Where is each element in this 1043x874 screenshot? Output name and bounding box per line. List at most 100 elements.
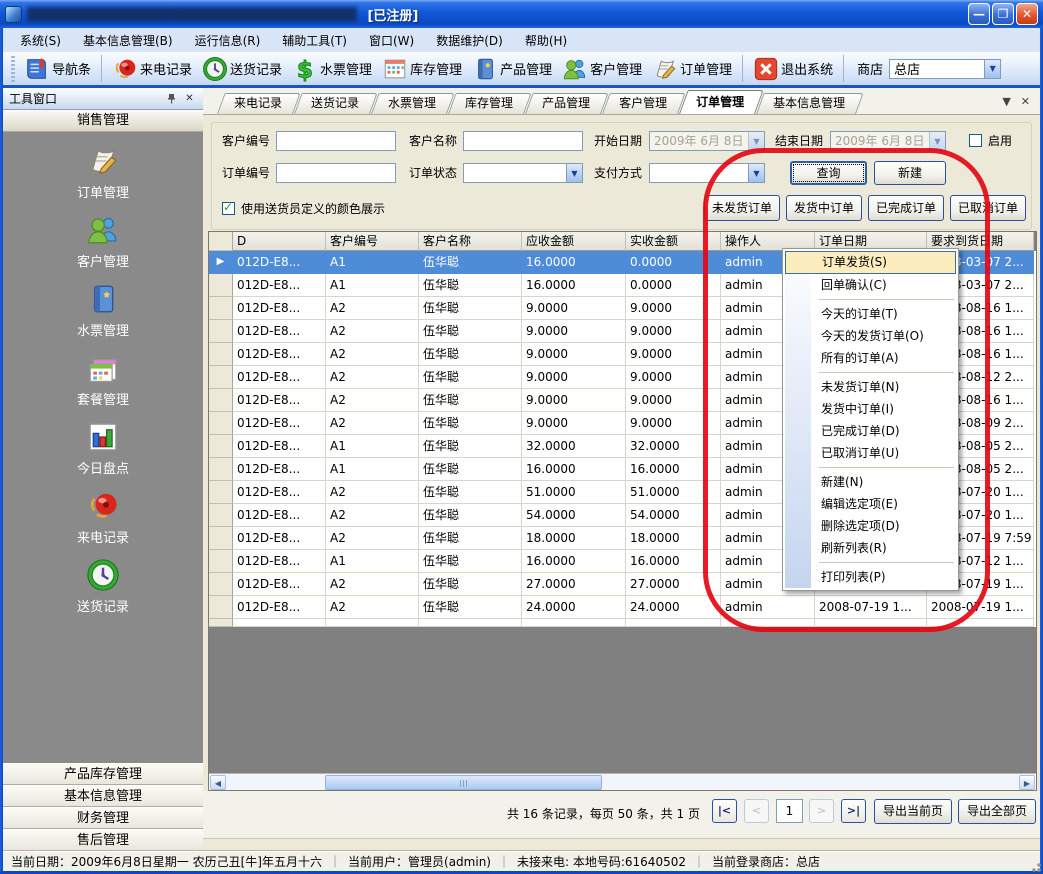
context-menu-item-刷新列表(R)[interactable]: 刷新列表(R)	[785, 537, 956, 559]
context-menu-item-发货中订单(I)[interactable]: 发货中订单(I)	[785, 398, 956, 420]
pay-method-select[interactable]: ▼	[649, 163, 765, 183]
tab-库存管理[interactable]: 库存管理	[448, 93, 524, 114]
tab-close-icon[interactable]: ✕	[1021, 95, 1030, 108]
row-selector[interactable]	[209, 274, 233, 297]
sidebar-section-产品库存管理[interactable]: 产品库存管理	[3, 763, 203, 785]
query-button[interactable]: 查询	[790, 161, 867, 185]
column-header-客户编号[interactable]: 客户编号	[326, 232, 419, 251]
tab-产品管理[interactable]: 产品管理	[525, 93, 601, 114]
sidebar-item-客户管理[interactable]: 客户管理	[3, 213, 203, 270]
sidebar-item-来电记录[interactable]: 来电记录	[3, 489, 203, 546]
tab-水票管理[interactable]: 水票管理	[371, 93, 447, 114]
minimize-button[interactable]: —	[968, 3, 990, 25]
menubar-item[interactable]: 系统(S)	[9, 29, 72, 52]
column-header-应收金额[interactable]: 应收金额	[522, 232, 626, 251]
column-header-selector[interactable]	[209, 232, 233, 251]
context-menu-item-今天的订单(T)[interactable]: 今天的订单(T)	[785, 303, 956, 325]
row-selector[interactable]	[209, 435, 233, 458]
order-no-input[interactable]	[276, 163, 396, 183]
row-selector[interactable]	[209, 596, 233, 619]
tab-客户管理[interactable]: 客户管理	[602, 93, 678, 114]
export-all-pages-button[interactable]: 导出全部页	[958, 799, 1036, 824]
row-selector[interactable]	[209, 366, 233, 389]
status-filter-button-发货中订单[interactable]: 发货中订单	[786, 195, 862, 221]
context-menu-item-删除选定项(D)[interactable]: 删除选定项(D)	[785, 515, 956, 537]
sidebar-section-sales[interactable]: 销售管理	[3, 110, 203, 132]
status-filter-button-已完成订单[interactable]: 已完成订单	[868, 195, 944, 221]
column-header-实收金额[interactable]: 实收金额	[626, 232, 721, 251]
start-date-picker[interactable]: 2009年 6月 8日 ▼	[649, 131, 765, 151]
enable-checkbox[interactable]	[969, 134, 982, 147]
row-selector[interactable]	[209, 481, 233, 504]
shop-dropdown[interactable]: 总店▼	[889, 59, 1001, 79]
export-current-page-button[interactable]: 导出当前页	[874, 799, 952, 824]
toolbar-button-客户管理[interactable]: 客户管理	[557, 54, 647, 84]
order-status-select[interactable]: ▼	[463, 163, 583, 183]
row-selector[interactable]	[209, 550, 233, 573]
sidebar-item-水票管理[interactable]: 水票管理	[3, 282, 203, 339]
toolbar-button-订单管理[interactable]: 订单管理	[647, 54, 737, 84]
toolbar-button-来电记录[interactable]: 来电记录	[107, 54, 197, 84]
context-menu-item-未发货订单(N)[interactable]: 未发货订单(N)	[785, 376, 956, 398]
context-menu-item-已取消订单(U)[interactable]: 已取消订单(U)	[785, 442, 956, 464]
sidebar-item-订单管理[interactable]: 订单管理	[3, 144, 203, 201]
row-selector[interactable]	[209, 389, 233, 412]
last-page-button[interactable]: >|	[841, 799, 866, 823]
row-selector[interactable]	[209, 297, 233, 320]
customer-no-input[interactable]	[276, 131, 396, 151]
context-menu-item-编辑选定项(E)[interactable]: 编辑选定项(E)	[785, 493, 956, 515]
tab-订单管理[interactable]: 订单管理	[679, 90, 755, 114]
tab-来电记录[interactable]: 来电记录	[217, 93, 293, 114]
toolbar-button-导航条[interactable]: 导航条	[19, 54, 96, 84]
context-menu-item-所有的订单(A)[interactable]: 所有的订单(A)	[785, 347, 956, 369]
sidebar-section-财务管理[interactable]: 财务管理	[3, 807, 203, 829]
next-page-button[interactable]: >	[809, 799, 834, 823]
row-selector[interactable]	[209, 573, 233, 596]
pin-icon[interactable]	[164, 91, 179, 106]
color-display-checkbox[interactable]	[222, 202, 235, 215]
sidebar-section-售后管理[interactable]: 售后管理	[3, 829, 203, 851]
context-menu-item-已完成订单(D)[interactable]: 已完成订单(D)	[785, 420, 956, 442]
first-page-button[interactable]: |<	[712, 799, 737, 823]
horizontal-scrollbar[interactable]: ◀ ▶	[209, 773, 1036, 790]
menubar-item[interactable]: 运行信息(R)	[184, 29, 272, 52]
context-menu-item-今天的发货订单(O)[interactable]: 今天的发货订单(O)	[785, 325, 956, 347]
row-selector[interactable]	[209, 504, 233, 527]
row-selector[interactable]	[209, 527, 233, 550]
menubar-item[interactable]: 数据维护(D)	[425, 29, 514, 52]
resize-grip[interactable]	[1029, 860, 1041, 872]
menubar-item[interactable]: 窗口(W)	[358, 29, 425, 52]
scroll-right-icon[interactable]: ▶	[1019, 775, 1035, 790]
context-menu-item-打印列表(P)[interactable]: 打印列表(P)	[785, 566, 956, 588]
tab-list-dropdown-icon[interactable]: ▼	[1002, 95, 1010, 108]
row-selector[interactable]	[209, 412, 233, 435]
toolbar-button-产品管理[interactable]: 产品管理	[467, 54, 557, 84]
new-button[interactable]: 新建	[874, 161, 946, 185]
status-filter-button-未发货订单[interactable]: 未发货订单	[704, 195, 780, 221]
sidebar-item-套餐管理[interactable]: 套餐管理	[3, 351, 203, 408]
sidebar-item-送货记录[interactable]: 送货记录	[3, 558, 203, 615]
scroll-left-icon[interactable]: ◀	[210, 775, 226, 790]
toolbar-button-库存管理[interactable]: 库存管理	[377, 54, 467, 84]
toolbar-button-退出系统[interactable]: 退出系统	[748, 54, 838, 84]
page-number-input[interactable]: 1	[776, 799, 803, 823]
column-header-客户名称[interactable]: 客户名称	[419, 232, 522, 251]
row-selector[interactable]	[209, 320, 233, 343]
end-date-picker[interactable]: 2009年 6月 8日 ▼	[830, 131, 946, 151]
table-row[interactable]: 012D-E8...A2伍华聪24.000024.0000admin2008-0…	[209, 596, 1036, 619]
menubar-item[interactable]: 基本信息管理(B)	[72, 29, 184, 52]
tool-window-close-icon[interactable]: ✕	[182, 91, 197, 106]
menubar-item[interactable]: 辅助工具(T)	[271, 29, 358, 52]
status-filter-button-已取消订单[interactable]: 已取消订单	[950, 195, 1026, 221]
maximize-button[interactable]: ❐	[992, 3, 1014, 25]
sidebar-item-今日盘点[interactable]: 今日盘点	[3, 420, 203, 477]
sidebar-section-基本信息管理[interactable]: 基本信息管理	[3, 785, 203, 807]
toolbar-button-送货记录[interactable]: 送货记录	[197, 54, 287, 84]
scrollbar-thumb[interactable]	[325, 775, 602, 790]
context-menu-item-新建(N)[interactable]: 新建(N)	[785, 471, 956, 493]
menubar-item[interactable]: 帮助(H)	[514, 29, 578, 52]
toolbar-button-水票管理[interactable]: $水票管理	[287, 54, 377, 84]
tab-基本信息管理[interactable]: 基本信息管理	[756, 93, 856, 114]
column-header-D[interactable]: D	[233, 232, 326, 251]
row-selector[interactable]	[209, 458, 233, 481]
